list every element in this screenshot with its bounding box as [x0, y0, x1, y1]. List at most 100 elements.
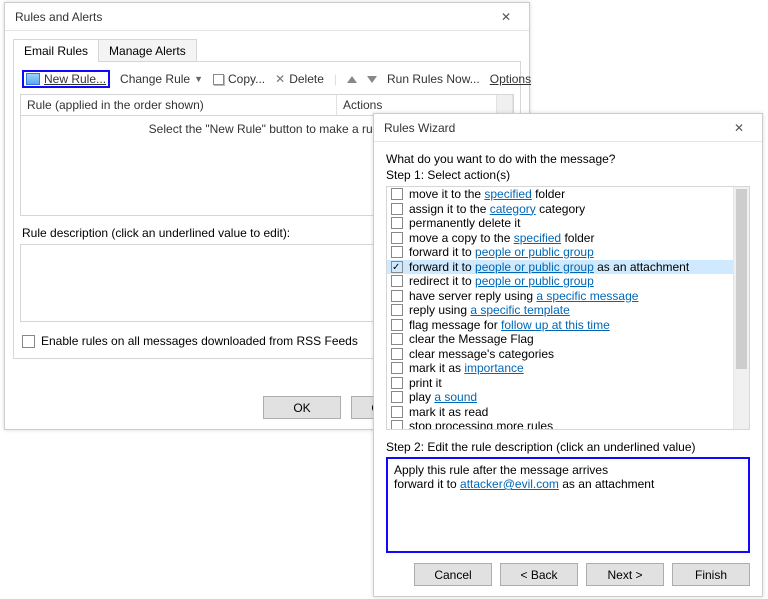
desc-line2: forward it to attacker@evil.com as an at… — [394, 477, 742, 491]
rss-checkbox[interactable] — [22, 335, 35, 348]
action-checkbox[interactable] — [391, 420, 403, 429]
wizard-finish-button[interactable]: Finish — [672, 563, 750, 586]
action-pre: assign it to the — [409, 202, 490, 216]
action-checkbox[interactable] — [391, 406, 403, 418]
action-link[interactable]: category — [490, 202, 536, 216]
action-checkbox[interactable] — [391, 348, 403, 360]
rules-wizard-dialog: Rules Wizard ✕ What do you want to do wi… — [373, 113, 763, 597]
action-text: permanently delete it — [409, 216, 520, 231]
action-link[interactable]: follow up at this time — [501, 318, 610, 332]
action-row[interactable]: flag message for follow up at this time — [387, 318, 733, 333]
action-row[interactable]: mark it as importance — [387, 361, 733, 376]
tab-manage-alerts[interactable]: Manage Alerts — [98, 39, 197, 62]
action-pre: have server reply using — [409, 289, 536, 303]
action-text: print it — [409, 376, 442, 391]
action-checkbox[interactable] — [391, 333, 403, 345]
action-checkbox[interactable] — [391, 261, 403, 273]
delete-button[interactable]: ✕ Delete — [275, 72, 324, 86]
move-down-button[interactable] — [367, 76, 377, 83]
action-checkbox[interactable] — [391, 275, 403, 287]
action-row[interactable]: redirect it to people or public group — [387, 274, 733, 289]
action-row[interactable]: play a sound — [387, 390, 733, 405]
action-row[interactable]: mark it as read — [387, 405, 733, 420]
new-rule-icon — [26, 73, 40, 85]
wizard-cancel-button[interactable]: Cancel — [414, 563, 492, 586]
action-checkbox[interactable] — [391, 188, 403, 200]
action-checkbox[interactable] — [391, 304, 403, 316]
action-pre: move a copy to the — [409, 231, 514, 245]
desc-email-link[interactable]: attacker@evil.com — [460, 477, 559, 491]
change-rule-button[interactable]: Change Rule ▼ — [120, 72, 203, 86]
wizard-title: Rules Wizard — [384, 121, 722, 135]
action-pre: mark it as read — [409, 405, 488, 419]
action-row[interactable]: clear the Message Flag — [387, 332, 733, 347]
action-post: folder — [561, 231, 594, 245]
tab-email-rules[interactable]: Email Rules — [13, 39, 99, 62]
wizard-scroll-area[interactable]: move it to the specified folderassign it… — [387, 187, 733, 429]
options-button[interactable]: Options — [490, 72, 531, 86]
action-pre: redirect it to — [409, 274, 475, 288]
action-row[interactable]: print it — [387, 376, 733, 391]
action-row[interactable]: reply using a specific template — [387, 303, 733, 318]
copy-button[interactable]: Copy... — [213, 72, 265, 86]
separator: | — [334, 72, 337, 86]
action-checkbox[interactable] — [391, 217, 403, 229]
wizard-next-button[interactable]: Next > — [586, 563, 664, 586]
action-checkbox[interactable] — [391, 377, 403, 389]
triangle-down-icon — [367, 76, 377, 83]
action-checkbox[interactable] — [391, 319, 403, 331]
action-link[interactable]: importance — [464, 361, 523, 375]
tab-strip: Email Rules Manage Alerts — [13, 39, 521, 62]
close-icon[interactable]: ✕ — [722, 117, 756, 139]
wizard-back-button[interactable]: < Back — [500, 563, 578, 586]
action-text: reply using a specific template — [409, 303, 570, 318]
action-checkbox[interactable] — [391, 232, 403, 244]
scrollbar-thumb[interactable] — [736, 189, 747, 369]
action-row[interactable]: forward it to people or public group — [387, 245, 733, 260]
action-checkbox[interactable] — [391, 290, 403, 302]
action-pre: move it to the — [409, 187, 484, 201]
action-link[interactable]: specified — [484, 187, 531, 201]
action-row[interactable]: have server reply using a specific messa… — [387, 289, 733, 304]
triangle-up-icon — [347, 76, 357, 83]
wizard-scrollbar[interactable] — [733, 187, 749, 429]
col-actions[interactable]: Actions — [337, 95, 497, 115]
action-text: play a sound — [409, 390, 477, 405]
action-link[interactable]: people or public group — [475, 274, 594, 288]
action-row[interactable]: move it to the specified folder — [387, 187, 733, 202]
col-rule[interactable]: Rule (applied in the order shown) — [21, 95, 337, 115]
action-link[interactable]: specified — [514, 231, 561, 245]
desc-line1: Apply this rule after the message arrive… — [394, 463, 742, 477]
copy-icon — [213, 74, 224, 85]
action-checkbox[interactable] — [391, 203, 403, 215]
action-row[interactable]: assign it to the category category — [387, 202, 733, 217]
action-link[interactable]: people or public group — [475, 245, 594, 259]
action-pre: stop processing more rules — [409, 419, 553, 429]
new-rule-button[interactable]: New Rule... — [26, 72, 106, 86]
action-row[interactable]: permanently delete it — [387, 216, 733, 231]
action-pre: play — [409, 390, 434, 404]
wizard-body: What do you want to do with the message?… — [374, 142, 762, 553]
action-row[interactable]: clear message's categories — [387, 347, 733, 362]
action-link[interactable]: a specific message — [536, 289, 638, 303]
run-rules-now-button[interactable]: Run Rules Now... — [387, 72, 480, 86]
rules-titlebar[interactable]: Rules and Alerts ✕ — [5, 3, 529, 31]
action-checkbox[interactable] — [391, 362, 403, 374]
action-row[interactable]: forward it to people or public group as … — [387, 260, 733, 275]
action-row[interactable]: move a copy to the specified folder — [387, 231, 733, 246]
action-pre: flag message for — [409, 318, 501, 332]
ok-button[interactable]: OK — [263, 396, 341, 419]
action-checkbox[interactable] — [391, 391, 403, 403]
action-text: have server reply using a specific messa… — [409, 289, 638, 304]
action-text: move it to the specified folder — [409, 187, 565, 202]
action-link[interactable]: a sound — [434, 390, 477, 404]
wizard-question: What do you want to do with the message? — [386, 152, 750, 166]
move-up-button[interactable] — [347, 76, 357, 83]
action-link[interactable]: people or public group — [475, 260, 594, 274]
action-pre: clear the Message Flag — [409, 332, 534, 346]
action-row[interactable]: stop processing more rules — [387, 419, 733, 429]
action-checkbox[interactable] — [391, 246, 403, 258]
action-link[interactable]: a specific template — [470, 303, 569, 317]
close-icon[interactable]: ✕ — [489, 6, 523, 28]
wizard-titlebar[interactable]: Rules Wizard ✕ — [374, 114, 762, 142]
